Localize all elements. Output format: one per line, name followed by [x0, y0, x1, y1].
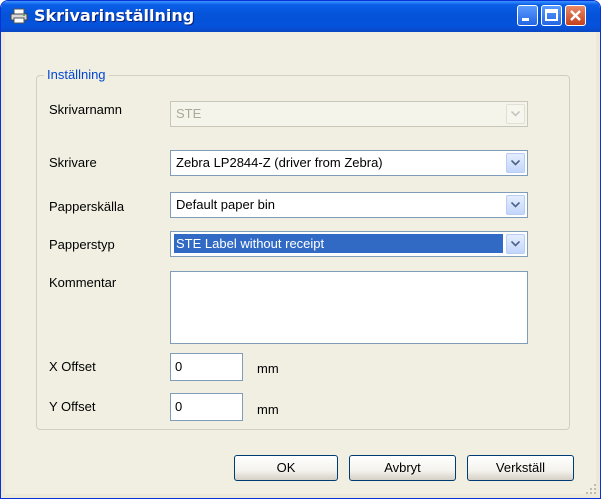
maximize-icon — [545, 9, 558, 21]
paper-source-label: Papperskälla — [49, 199, 125, 214]
window-title: Skrivarinställning — [34, 6, 195, 25]
paper-source-combobox[interactable]: Default paper bin — [170, 192, 528, 218]
maximize-button[interactable] — [541, 5, 562, 26]
comment-textarea[interactable] — [170, 271, 528, 344]
settings-group-legend: Inställning — [44, 67, 109, 82]
close-button[interactable] — [565, 5, 586, 26]
x-offset-label: X Offset — [49, 359, 96, 374]
paper-type-label: Papperstyp — [49, 237, 115, 252]
paper-type-value: STE Label without receipt — [174, 234, 503, 253]
chevron-down-icon[interactable] — [506, 234, 525, 254]
printer-name-value: STE — [176, 106, 202, 121]
cancel-button[interactable]: Avbryt — [349, 455, 456, 481]
y-offset-label: Y Offset — [49, 399, 96, 414]
minimize-button[interactable] — [517, 5, 538, 26]
x-offset-input[interactable]: 0 — [170, 353, 243, 381]
minimize-icon — [522, 18, 529, 21]
chevron-down-icon[interactable] — [506, 153, 525, 173]
apply-button[interactable]: Verkställ — [467, 455, 574, 481]
printer-name-label: Skrivarnamn — [49, 102, 122, 117]
resize-grip-icon[interactable] — [585, 483, 597, 495]
x-offset-value: 0 — [175, 359, 183, 374]
close-icon — [570, 10, 581, 21]
title-bar[interactable]: Skrivarinställning — [1, 1, 600, 32]
printer-value: Zebra LP2844-Z (driver from Zebra) — [176, 155, 383, 170]
x-offset-unit: mm — [257, 361, 279, 376]
printer-label: Skrivare — [49, 155, 97, 170]
paper-source-value: Default paper bin — [176, 197, 276, 212]
y-offset-unit: mm — [257, 402, 279, 417]
y-offset-input[interactable]: 0 — [170, 393, 243, 421]
printer-combobox[interactable]: Zebra LP2844-Z (driver from Zebra) — [170, 150, 528, 176]
printer-name-combobox: STE — [170, 101, 528, 127]
comment-label: Kommentar — [49, 275, 117, 290]
ok-button[interactable]: OK — [234, 455, 338, 481]
chevron-down-icon[interactable] — [506, 195, 525, 215]
y-offset-value: 0 — [175, 399, 183, 414]
paper-type-combobox[interactable]: STE Label without receipt — [170, 231, 528, 257]
printer-icon — [10, 8, 28, 24]
chevron-down-icon — [506, 104, 525, 124]
